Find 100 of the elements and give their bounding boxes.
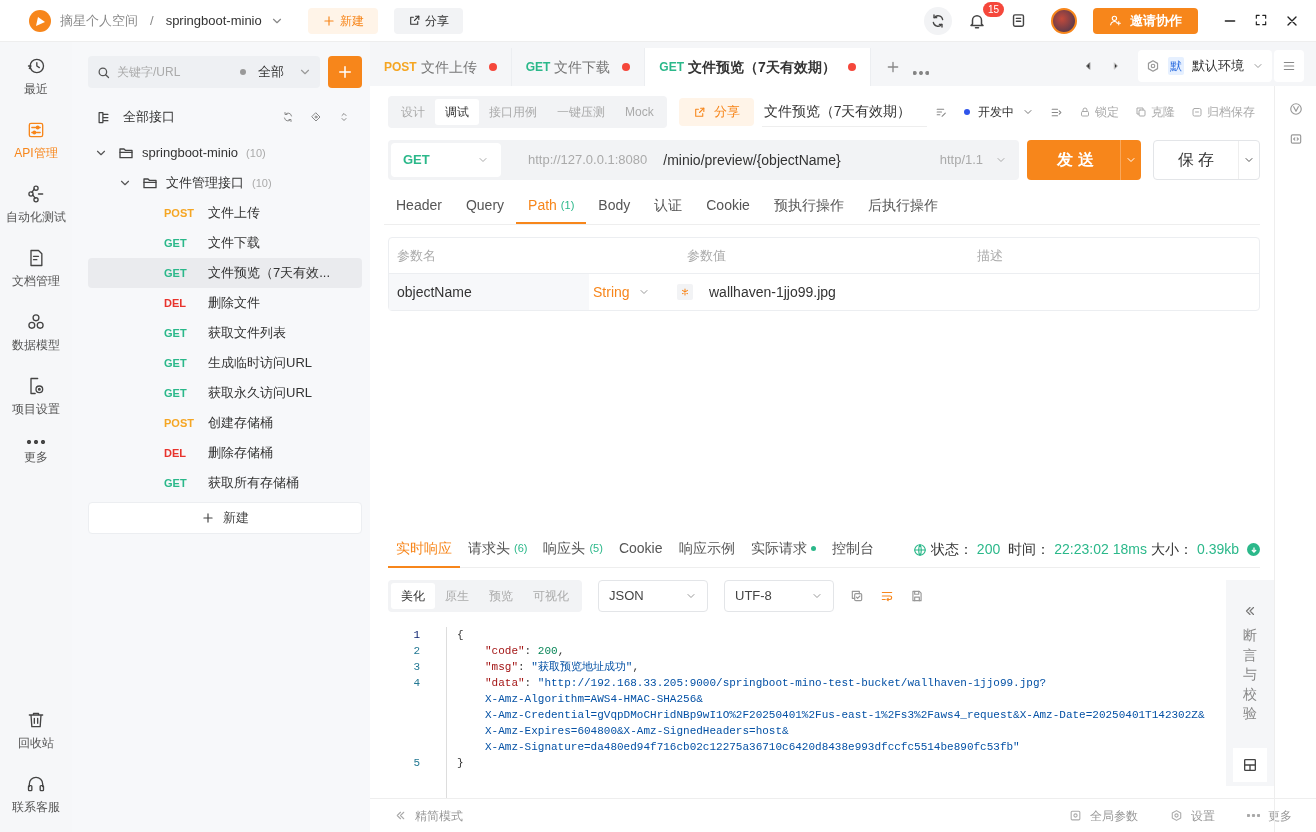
time-label: 时间： [1008, 540, 1051, 559]
save-icon[interactable] [910, 589, 924, 603]
status-label: 状态： [930, 540, 973, 559]
gear-icon [1170, 809, 1183, 822]
mode-tab[interactable]: 调试 [435, 99, 479, 125]
rail-item[interactable]: 回收站 [0, 704, 72, 758]
tree-item[interactable]: springboot-minio (10) [88, 138, 362, 168]
code-line: "data": "http://192.168.33.205:9000/springboot-mino-test-bucket/wallhaven-1jjo99.jpg? [484, 676, 1047, 691]
request-tab[interactable]: POST 文件上传 [370, 48, 512, 86]
rail-item[interactable]: 联系客服 [0, 768, 72, 822]
code-line: "code": 200, [484, 644, 565, 659]
rail-item[interactable]: 项目设置 [0, 370, 72, 424]
share-icon [407, 14, 421, 27]
trash-icon [26, 710, 46, 730]
add-button[interactable] [328, 56, 362, 88]
rail-item[interactable]: 自动化测试 [0, 178, 72, 232]
params-icon [1069, 809, 1082, 822]
response-tab[interactable]: 响应示例 [670, 531, 743, 568]
status-code: 200 [976, 540, 1001, 559]
response-tab[interactable]: 响应头 (5) [535, 531, 611, 568]
format-select[interactable]: JSON [598, 580, 708, 612]
download-icon[interactable] [1247, 543, 1260, 556]
globe-icon [912, 542, 927, 557]
rail-item[interactable]: 最近 [0, 50, 72, 104]
tree-item[interactable]: GET 文件下载 [88, 228, 362, 258]
tree-item[interactable]: GET 获取文件列表 [88, 318, 362, 348]
param-value[interactable]: wallhaven-1jjo99.jpg [709, 281, 836, 303]
rail-item[interactable]: 更多 [0, 434, 72, 472]
response-tab[interactable]: 控制台 [823, 531, 882, 568]
maximize-icon[interactable] [1254, 12, 1268, 27]
response-size: 0.39kb [1196, 540, 1239, 559]
duration: 18ms [1112, 540, 1147, 559]
param-tab[interactable]: Query [453, 188, 517, 224]
tree-item[interactable]: GET 获取永久访问URL [88, 378, 362, 408]
share-button[interactable]: 分享 [393, 7, 463, 34]
lock-icon [1079, 106, 1092, 118]
history-icon [26, 56, 46, 76]
folder-list-icon [96, 109, 111, 125]
response-tab[interactable]: Cookie [610, 531, 671, 568]
tree-item[interactable]: POST 创建存储桶 [88, 408, 362, 438]
tree-root-label[interactable]: 全部接口 [123, 107, 175, 127]
filter-dot-icon [240, 69, 246, 75]
locate-icon[interactable] [310, 111, 322, 123]
project-name[interactable]: springboot-minio [165, 10, 262, 31]
collapse-left-icon[interactable] [1243, 604, 1257, 618]
column-header: 参数值 [686, 246, 727, 265]
assertions-panel-tab[interactable]: 断言与校验 [1243, 626, 1257, 724]
code-icon[interactable] [1288, 132, 1303, 146]
tree-item[interactable]: GET 生成临时访问URL [88, 348, 362, 378]
environment-menu-button[interactable] [1274, 50, 1304, 82]
sync-button[interactable] [924, 6, 952, 35]
line-number: 3 [412, 660, 421, 675]
view-mode-tab[interactable]: 美化 [391, 583, 435, 609]
copy-icon [1135, 106, 1148, 118]
breadcrumb-separator: / [150, 11, 154, 30]
folder-icon [142, 175, 158, 191]
size-label: 大小： [1150, 540, 1193, 559]
expand-collapse-icon[interactable] [338, 111, 350, 123]
rail-item[interactable]: 数据模型 [0, 306, 72, 360]
request-tab[interactable]: GET 文件预览（7天有效期） [645, 48, 871, 86]
response-tab[interactable]: 请求头 (6) [460, 531, 536, 568]
refresh-icon[interactable] [282, 111, 294, 123]
sliders-icon [26, 120, 46, 140]
tree-item[interactable]: POST 文件上传 [88, 198, 362, 228]
share-icon [692, 105, 706, 119]
rail-item[interactable]: 文档管理 [0, 242, 72, 296]
avatar[interactable] [1051, 7, 1077, 34]
tree-item[interactable]: DEL 删除存储桶 [88, 438, 362, 468]
tree-item[interactable]: 文件管理接口 (10) [88, 168, 362, 198]
search-field[interactable]: 关键字/URL 全部 [88, 56, 320, 88]
name-field[interactable]: 文件预览（7天有效期） [761, 97, 928, 127]
filter-dropdown[interactable]: 全部 [258, 62, 284, 82]
logo-icon [28, 8, 52, 33]
workspace-name[interactable]: 摘星个人空间 [60, 10, 138, 31]
headset-icon [26, 774, 46, 794]
layout-button[interactable] [1233, 747, 1267, 782]
environment-selector[interactable]: 默 默认环境 [1138, 50, 1272, 82]
circles-icon [26, 312, 46, 332]
version-icon[interactable] [1288, 102, 1303, 116]
encoding-select[interactable]: UTF-8 [724, 580, 834, 612]
wrap-icon[interactable] [880, 589, 894, 603]
url-path: /minio/preview/{objectName} [663, 150, 841, 170]
tree-item[interactable]: GET 获取所有存储桶 [88, 468, 362, 498]
param-tab[interactable]: Body [586, 188, 643, 224]
param-tab[interactable]: Cookie [694, 188, 762, 224]
param-tab[interactable]: 认证 [642, 188, 695, 224]
param-tab[interactable]: 预执行操作 [761, 188, 856, 224]
code-line: } [457, 756, 464, 771]
tree-item[interactable]: DEL 删除文件 [88, 288, 362, 318]
response-tab[interactable]: 实际请求 [742, 531, 824, 568]
copy-check-icon[interactable] [850, 589, 864, 603]
more-tabs-icon[interactable] [912, 71, 929, 75]
column-header: 描述 [976, 246, 1004, 265]
notes-icon[interactable] [1010, 12, 1027, 29]
new-item-button[interactable]: 新建 [88, 502, 362, 534]
param-tab[interactable]: Header [384, 188, 454, 224]
param-tab[interactable]: 后执行操作 [855, 188, 950, 224]
tree-item[interactable]: GET 文件预览（7天有效... [88, 258, 362, 288]
line-number: 1 [412, 628, 421, 643]
status-dropdown[interactable]: 开发中 [964, 103, 1035, 121]
